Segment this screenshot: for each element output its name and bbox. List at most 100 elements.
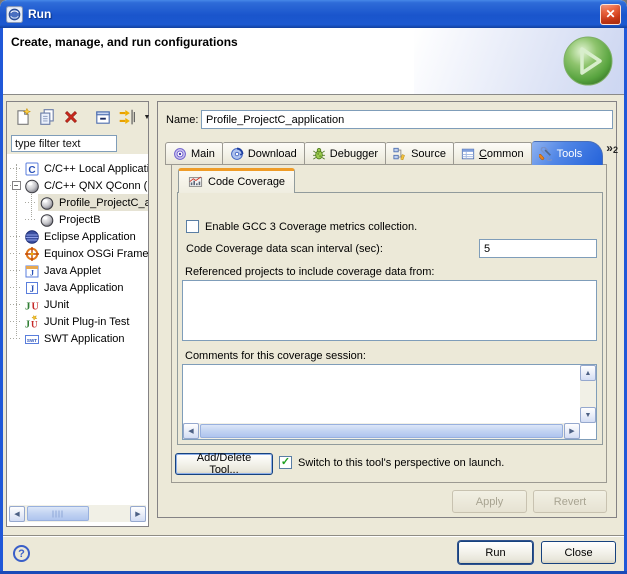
new-configuration-icon <box>14 108 32 126</box>
tree-item-label: Java Applet <box>44 265 101 277</box>
tree-item-label: Eclipse Application <box>44 231 136 243</box>
tree-item-content[interactable]: JUJUnit <box>23 296 72 313</box>
configuration-detail-panel: Name: MainDownloadDebuggerSourceCommonTo… <box>157 101 617 518</box>
revert-button[interactable]: Revert <box>533 490 607 513</box>
tab-overflow-chevron[interactable]: »2 <box>606 143 618 163</box>
title-bar[interactable]: Run ✕ <box>0 0 627 28</box>
tree-item-label: JUnit Plug-in Test <box>44 316 129 328</box>
tree-item-content[interactable]: SWTSWT Application <box>23 330 128 347</box>
tree-item-content[interactable]: JJava Applet <box>23 262 104 279</box>
view-menu-icon: ▼ <box>142 114 152 121</box>
tree-connector <box>24 211 38 228</box>
delete-configuration-button[interactable] <box>61 107 81 127</box>
tree-item-content[interactable]: CC/C++ Local Application <box>23 160 148 177</box>
duplicate-configuration-button[interactable] <box>37 107 57 127</box>
enable-coverage-label: Enable GCC 3 Coverage metrics collection… <box>205 221 417 233</box>
svg-text:J: J <box>30 284 35 294</box>
switch-perspective-checkbox[interactable]: ✓ <box>279 456 292 469</box>
enable-coverage-checkbox[interactable] <box>186 220 199 233</box>
new-configuration-button[interactable] <box>13 107 33 127</box>
referenced-projects-list[interactable] <box>182 280 597 341</box>
tree-item-profile-projectc-application[interactable]: Profile_ProjectC_application <box>7 194 148 211</box>
window-icon <box>6 6 23 23</box>
filter-input[interactable] <box>11 135 117 152</box>
junit-plugin-icon: JU <box>24 314 40 330</box>
help-button[interactable]: ? <box>13 545 30 562</box>
scan-interval-input[interactable] <box>479 239 597 258</box>
tab-debugger[interactable]: Debugger <box>305 142 386 165</box>
configurations-panel: ▼ CC/C++ Local Application−C/C++ QNX QCo… <box>6 101 149 527</box>
close-button[interactable]: Close <box>541 541 616 564</box>
scroll-left-button[interactable]: ◀ <box>183 423 199 439</box>
comments-horizontal-scrollbar[interactable]: ◀ ▶ <box>183 423 580 439</box>
comments-label: Comments for this coverage session: <box>185 350 366 362</box>
tree-horizontal-scrollbar[interactable]: ◀ ▶ <box>9 505 146 522</box>
tree-item-c-c-qnx-qconn-ip-[interactable]: −C/C++ QNX QConn (IP) <box>7 177 148 194</box>
add-delete-tool-button[interactable]: Add/Delete Tool... <box>175 453 273 475</box>
tree-item-content[interactable]: Eclipse Application <box>23 228 139 245</box>
tree-item-eclipse-application[interactable]: Eclipse Application <box>7 228 148 245</box>
tree-item-content[interactable]: JJava Application <box>23 279 127 296</box>
tree-item-content[interactable]: JU JUnit Plug-in Test <box>23 313 132 330</box>
tree-item-java-applet[interactable]: JJava Applet <box>7 262 148 279</box>
run-button[interactable]: Run <box>458 541 533 564</box>
java-application-icon: J <box>24 280 40 296</box>
scroll-down-button[interactable]: ▼ <box>580 407 596 423</box>
tab-label: Common <box>479 148 524 160</box>
collapse-all-button[interactable] <box>93 107 113 127</box>
tree-item-label: JUnit <box>44 299 69 311</box>
duplicate-configuration-icon <box>38 108 56 126</box>
apply-button[interactable]: Apply <box>452 490 527 513</box>
tab-common[interactable]: Common <box>454 142 532 165</box>
tab-code-coverage[interactable]: Code Coverage <box>178 168 295 193</box>
tab-main[interactable]: Main <box>165 142 223 165</box>
tree-item-content[interactable]: C/C++ QNX QConn (IP) <box>23 177 148 194</box>
tree-connector <box>9 262 23 279</box>
main-tab-icon <box>173 147 187 161</box>
tab-download[interactable]: Download <box>223 142 305 165</box>
tree-item-swt-application[interactable]: SWTSWT Application <box>7 330 148 347</box>
comments-textarea[interactable] <box>183 365 579 422</box>
svg-text:C: C <box>28 165 35 176</box>
collapse-all-icon <box>94 108 112 126</box>
tree-item-content[interactable]: Profile_ProjectC_application <box>38 194 148 211</box>
dialog-header: Create, manage, and run configurations <box>3 28 624 95</box>
tree-item-label: Profile_ProjectC_application <box>59 197 148 209</box>
download-tab-icon <box>230 147 244 161</box>
scroll-left-button[interactable]: ◀ <box>9 506 25 522</box>
tab-tools[interactable]: Tools <box>532 141 604 165</box>
tree-item-projectb[interactable]: ProjectB <box>7 211 148 228</box>
tab-source[interactable]: Source <box>386 142 454 165</box>
scrollbar-thumb[interactable] <box>27 506 89 521</box>
tree-item-java-application[interactable]: JJava Application <box>7 279 148 296</box>
arrow-left-icon: ◀ <box>14 510 19 518</box>
tree-connector <box>9 330 23 347</box>
tree-expander[interactable]: − <box>9 177 23 194</box>
view-menu-button[interactable]: ▼ <box>141 107 153 127</box>
tree-item-content[interactable]: ProjectB <box>38 211 104 228</box>
scrollbar-thumb[interactable] <box>200 424 563 438</box>
tree-item-c-c-local-application[interactable]: CC/C++ Local Application <box>7 160 148 177</box>
svg-text:J: J <box>25 319 30 330</box>
configuration-name-input[interactable] <box>201 110 613 129</box>
tree-item-equinox-osgi-framework[interactable]: Equinox OSGi Framework <box>7 245 148 262</box>
scroll-right-button[interactable]: ▶ <box>564 423 580 439</box>
scroll-right-button[interactable]: ▶ <box>130 506 146 522</box>
close-window-button[interactable]: ✕ <box>600 4 621 25</box>
tree-connector <box>24 194 38 211</box>
tree-item-content[interactable]: Equinox OSGi Framework <box>23 245 148 262</box>
tree-connector <box>9 313 23 330</box>
tree-item-junit[interactable]: JUJUnit <box>7 296 148 313</box>
svg-text:SWT: SWT <box>27 337 37 342</box>
tab-label: Source <box>411 148 446 160</box>
collapse-expander-icon[interactable]: − <box>12 181 21 190</box>
comments-vertical-scrollbar[interactable]: ▲ ▼ <box>580 365 596 423</box>
tab-label: Tools <box>557 148 583 160</box>
scroll-up-button[interactable]: ▲ <box>580 365 596 381</box>
window-border-left <box>0 28 3 574</box>
tree-connector <box>9 245 23 262</box>
help-icon: ? <box>18 548 25 560</box>
filter-configurations-button[interactable] <box>117 107 137 127</box>
tree-item-junit-plug-in-test[interactable]: JU JUnit Plug-in Test <box>7 313 148 330</box>
code-coverage-tab-label: Code Coverage <box>208 176 285 188</box>
